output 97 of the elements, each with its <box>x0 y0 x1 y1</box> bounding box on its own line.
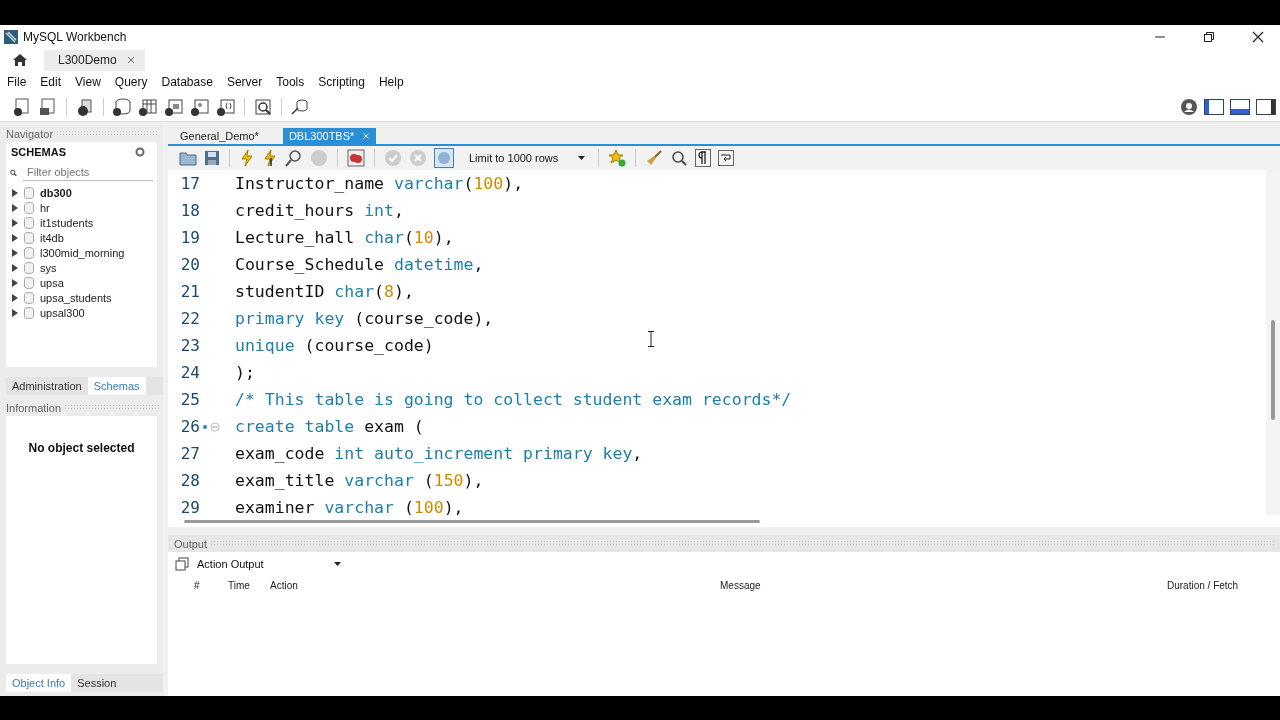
column-header[interactable]: Duration / Fetch <box>1167 579 1239 591</box>
schema-item[interactable]: upsa_students <box>40 291 112 304</box>
database-icon <box>24 201 34 214</box>
dropdown-caret-icon <box>333 562 341 566</box>
code-line: exam_title varchar (150), <box>235 471 484 490</box>
menu-item[interactable]: View <box>75 75 101 89</box>
wrap-lines-icon[interactable] <box>718 150 735 166</box>
home-icon[interactable] <box>12 53 28 67</box>
output-type-dropdown[interactable]: Action Output <box>197 558 341 570</box>
menu-item[interactable]: Edit <box>40 75 62 89</box>
menu-item[interactable]: File <box>7 75 27 89</box>
lightning-icon[interactable] <box>239 149 255 167</box>
pilcrow-icon[interactable] <box>695 149 712 167</box>
close-icon[interactable] <box>1252 31 1264 43</box>
left-panel-toggle-icon[interactable] <box>1204 99 1224 115</box>
dropdown-caret-icon <box>578 156 586 160</box>
panel-tab[interactable]: Session <box>71 674 123 692</box>
schema-item[interactable]: sys <box>40 261 57 274</box>
line-number: 23 <box>179 336 200 355</box>
save-icon[interactable] <box>204 150 220 166</box>
schema-item[interactable]: db300 <box>40 186 72 199</box>
star-add-icon[interactable] <box>608 149 627 167</box>
code-line: /* This table is going to collect student exam records*/ <box>235 390 792 409</box>
menu-item[interactable]: Database <box>161 75 213 89</box>
database-icon <box>24 306 34 319</box>
schema-item[interactable]: hr <box>40 201 50 214</box>
code-line: Instructor_name varchar(100), <box>235 174 524 193</box>
code-line: studentID char(8), <box>235 282 414 301</box>
line-number: 24 <box>179 363 200 382</box>
line-number: 18 <box>179 201 200 220</box>
window-title: MySQL Workbench <box>23 30 127 44</box>
menu-item[interactable]: Scripting <box>318 75 365 89</box>
code-line: unique (course_code) <box>235 336 434 355</box>
search-icon <box>10 167 17 178</box>
line-number: 21 <box>179 282 200 301</box>
schema-item[interactable]: it4db <box>40 231 64 244</box>
panel-tab[interactable]: Object Info <box>6 674 72 692</box>
schema-item[interactable]: upsal300 <box>40 306 85 319</box>
code-line: credit_hours int, <box>235 201 404 220</box>
line-number: 26 <box>179 417 200 436</box>
vertical-scrollbar[interactable] <box>1271 320 1275 420</box>
column-header[interactable]: # <box>194 579 228 591</box>
code-line: exam_code int auto_increment primary key, <box>235 444 643 463</box>
panel-title: Navigator <box>6 127 54 140</box>
text-cursor-icon <box>648 331 654 347</box>
schema-item[interactable]: upsa <box>40 276 64 289</box>
line-number: 29 <box>179 498 200 515</box>
column-header[interactable]: Time <box>228 579 270 591</box>
code-line: examiner varchar (100), <box>235 498 464 515</box>
panel-tab[interactable]: Schemas <box>87 377 146 395</box>
line-number: 27 <box>179 444 200 463</box>
column-header[interactable]: Message <box>720 579 1167 591</box>
editor-tab[interactable]: General_Demo* <box>174 128 265 144</box>
line-number: 20 <box>179 255 200 274</box>
broom-icon[interactable] <box>645 149 664 167</box>
database-icon <box>24 246 34 259</box>
code-line: Course_Schedule datetime, <box>235 255 484 274</box>
database-icon <box>24 186 34 199</box>
menu-item[interactable]: Query <box>114 75 148 89</box>
panel-title: Output <box>174 537 208 550</box>
line-number: 28 <box>179 471 200 490</box>
statement-marker-icon <box>202 421 220 432</box>
code-line: primary key (course_code), <box>235 309 494 328</box>
panel-title: Information <box>6 401 62 414</box>
folder-icon[interactable] <box>179 150 197 166</box>
menu-item[interactable]: Tools <box>276 75 305 89</box>
database-icon <box>24 291 34 304</box>
limit-rows-dropdown[interactable]: Limit to 1000 rows <box>461 152 590 164</box>
connection-tab[interactable]: L300Demo <box>44 50 145 71</box>
column-header[interactable]: Action <box>270 579 720 591</box>
restore-icon[interactable] <box>1203 31 1215 43</box>
lightning-cursor-icon[interactable] <box>262 149 278 167</box>
line-number: 17 <box>179 174 200 193</box>
editor-tab[interactable]: DBL300TBS* <box>282 128 377 144</box>
code-line: ); <box>235 363 255 382</box>
schema-item[interactable]: l300mid_morning <box>40 246 125 259</box>
menu-item[interactable]: Server <box>226 75 263 89</box>
copy-icon[interactable] <box>175 557 189 571</box>
info-message: No object selected <box>28 441 135 457</box>
menu-item[interactable]: Help <box>378 75 404 89</box>
line-number: 22 <box>179 309 200 328</box>
database-icon <box>24 231 34 244</box>
database-icon <box>24 261 34 274</box>
bottom-panel-toggle-icon[interactable] <box>1230 99 1250 115</box>
horizontal-scrollbar[interactable] <box>184 519 760 523</box>
search-icon[interactable] <box>253 97 273 117</box>
line-number: 19 <box>179 228 200 247</box>
panel-tab[interactable]: Administration <box>6 377 88 395</box>
code-line: Lecture_hall char(10), <box>235 228 454 247</box>
search-icon[interactable] <box>670 149 689 167</box>
code-line: create table exam ( <box>235 417 424 436</box>
schema-item[interactable]: it1students <box>40 216 94 229</box>
section-title: SCHEMAS <box>11 146 66 158</box>
right-panel-toggle-icon[interactable] <box>1256 99 1276 115</box>
database-icon <box>24 276 34 289</box>
line-number: 25 <box>179 390 200 409</box>
database-icon <box>24 216 34 229</box>
